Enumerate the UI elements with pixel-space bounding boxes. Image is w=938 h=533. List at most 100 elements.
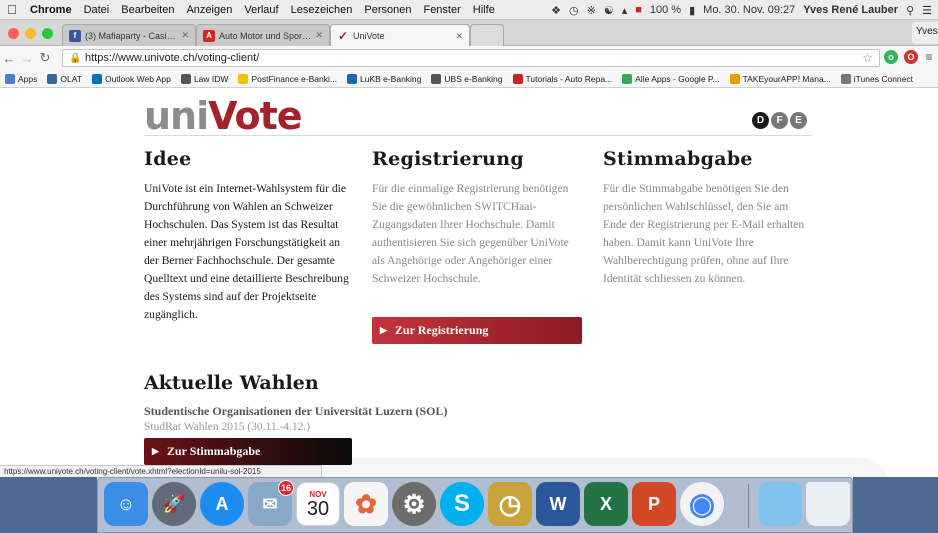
new-tab-button[interactable] (470, 24, 504, 46)
browser-toolbar: ← → ↻ 🔒 https://www.univote.ch/voting-cl… (0, 46, 938, 70)
zur-stimmabgabe-button[interactable]: ▶ Zur Stimmabgabe (144, 438, 352, 465)
ams-icon: A (203, 29, 215, 42)
launchpad-icon[interactable]: 🚀 (152, 482, 196, 526)
tab-mafiaparty[interactable]: f (3) Mafiaparty - Casino Ro... ✕ (62, 24, 196, 46)
bookmark-tutorials[interactable]: Tutorials - Auto Repa... (508, 73, 618, 84)
zoom-window-icon[interactable] (42, 28, 53, 39)
itunes-connect-icon (840, 73, 851, 84)
system-preferences-icon[interactable]: ⚙ (392, 482, 436, 526)
back-icon[interactable]: ← (0, 51, 18, 66)
registrierung-text: Für die einmalige Registrierung benötige… (372, 182, 569, 285)
bookmark-google-play[interactable]: Alle Apps - Google P... (617, 73, 724, 84)
opera-extension-icon[interactable]: O (904, 50, 918, 64)
address-bar[interactable]: 🔒 https://www.univote.ch/voting-client/ … (62, 49, 880, 67)
menu-bearbeiten[interactable]: Bearbeiten (115, 4, 180, 16)
menu-personen[interactable]: Personen (358, 4, 417, 16)
dock-separator (748, 484, 749, 528)
close-window-icon[interactable] (8, 28, 19, 39)
language-en[interactable]: E (790, 112, 807, 129)
facebook-icon: f (69, 29, 81, 42)
chrome-menu-icon[interactable]: ≡ (922, 50, 936, 64)
close-tab-icon[interactable]: ✕ (181, 30, 189, 41)
bookmark-ubs[interactable]: UBS e-Banking (426, 73, 507, 84)
menu-verlauf[interactable]: Verlauf (238, 4, 284, 16)
time-machine-icon[interactable]: ◷ (569, 4, 579, 17)
idee-text: UniVote ist ein Internet-Wahlsystem für … (144, 182, 349, 321)
menu-app-chrome[interactable]: Chrome (24, 4, 78, 16)
zur-registrierung-button[interactable]: ▶ Zur Registrierung (372, 317, 582, 344)
battery-label[interactable]: 100 % (650, 4, 681, 16)
calendar-icon[interactable]: NOV 30 (296, 482, 340, 526)
bluetooth-icon[interactable]: ※ (587, 4, 596, 17)
menu-hilfe[interactable]: Hilfe (467, 4, 501, 16)
profile-button[interactable]: Yves (912, 22, 938, 44)
minimize-window-icon[interactable] (25, 28, 36, 39)
volume-icon[interactable]: ▴ (622, 4, 628, 17)
notification-center-icon[interactable]: ☰ (922, 4, 932, 17)
bookmark-takeyourapp[interactable]: TAKEyourAPP! Mana... (725, 73, 836, 84)
bookmark-olat[interactable]: OLAT (42, 73, 87, 84)
idee-section: Idee UniVote ist ein Internet-Wahlsystem… (144, 148, 354, 324)
law-idw-icon (180, 73, 191, 84)
bookmark-postfinance[interactable]: PostFinance e-Banki... (233, 73, 342, 84)
election-organization: Studentische Organisationen der Universi… (144, 404, 448, 418)
desktop-background (0, 477, 97, 533)
tab-univote[interactable]: ✓ UniVote ✕ (330, 24, 470, 47)
photos-icon[interactable]: ✿ (344, 482, 388, 526)
trash-icon[interactable] (806, 482, 850, 526)
play-triangle-icon: ▶ (380, 325, 387, 335)
apps-grid-icon (5, 73, 15, 84)
chrome-icon[interactable]: ◉ (680, 482, 724, 526)
menu-datei[interactable]: Datei (78, 4, 116, 16)
battery-icon[interactable]: ▮ (689, 4, 695, 17)
menu-fenster[interactable]: Fenster (417, 4, 466, 16)
zur-registrierung-label: Zur Registrierung (394, 323, 489, 337)
clock-label[interactable]: Mo. 30. Nov. 09:27 (703, 4, 795, 16)
mail-icon[interactable]: ✉ 16 (248, 480, 294, 526)
close-tab-icon[interactable]: ✕ (455, 31, 463, 42)
ubs-icon (431, 73, 442, 84)
tab-title: UniVote (353, 31, 385, 41)
menu-lesezeichen[interactable]: Lesezeichen (285, 4, 359, 16)
dropbox-icon[interactable]: ❖ (551, 4, 561, 17)
app-store-icon[interactable]: A (200, 482, 244, 526)
wifi-icon[interactable]: ☯ (604, 4, 614, 17)
bookmark-star-icon[interactable]: ☆ (862, 51, 873, 65)
menu-anzeigen[interactable]: Anzeigen (180, 4, 238, 16)
language-switcher: D F E (752, 112, 807, 129)
reload-icon[interactable]: ↻ (36, 50, 54, 66)
powerpoint-icon[interactable]: P (632, 482, 676, 526)
lukb-icon (346, 73, 357, 84)
univote-logo[interactable]: uniVote (144, 96, 303, 136)
folder-icon[interactable] (758, 482, 802, 526)
language-de[interactable]: D (752, 112, 769, 129)
bookmark-outlook[interactable]: Outlook Web App (87, 73, 176, 84)
apple-menu-icon[interactable]:  (0, 2, 24, 17)
spotlight-icon[interactable]: ⚲ (906, 4, 914, 17)
url-text: https://www.univote.ch/voting-client/ (85, 52, 260, 64)
excel-icon[interactable]: X (584, 482, 628, 526)
tab-auto-motor-sport[interactable]: A Auto Motor und Sport | Tes... ✕ (196, 24, 330, 46)
skype-icon[interactable]: S (440, 482, 484, 526)
word-icon[interactable]: W (536, 482, 580, 526)
menu-bar:  Chrome Datei Bearbeiten Anzeigen Verla… (0, 0, 938, 20)
tab-title: Auto Motor und Sport | Tes... (219, 30, 311, 41)
close-tab-icon[interactable]: ✕ (315, 30, 323, 41)
clock-app-icon[interactable]: ◷ (488, 482, 532, 526)
bookmark-apps[interactable]: Apps (0, 73, 42, 84)
desktop-background (853, 477, 938, 533)
language-fr[interactable]: F (771, 112, 788, 129)
user-name[interactable]: Yves René Lauber (803, 4, 898, 16)
tutorials-icon (512, 73, 523, 84)
bookmark-itunes-connect[interactable]: iTunes Connect (836, 73, 918, 84)
bookmark-lukb[interactable]: LuKB e-Banking (342, 73, 426, 84)
bookmark-law-idw[interactable]: Law IDW (176, 73, 233, 84)
registrierung-heading: Registrierung (372, 148, 524, 170)
finder-icon[interactable]: ☺ (104, 482, 148, 526)
extension-green-icon[interactable]: o (884, 50, 898, 64)
flag-icon[interactable]: ■ (635, 4, 642, 16)
univote-icon: ✓ (337, 29, 349, 43)
bookmarks-bar: Apps OLAT Outlook Web App Law IDW PostFi… (0, 70, 938, 88)
forward-icon[interactable]: → (18, 51, 36, 66)
calendar-day: 30 (306, 497, 330, 520)
